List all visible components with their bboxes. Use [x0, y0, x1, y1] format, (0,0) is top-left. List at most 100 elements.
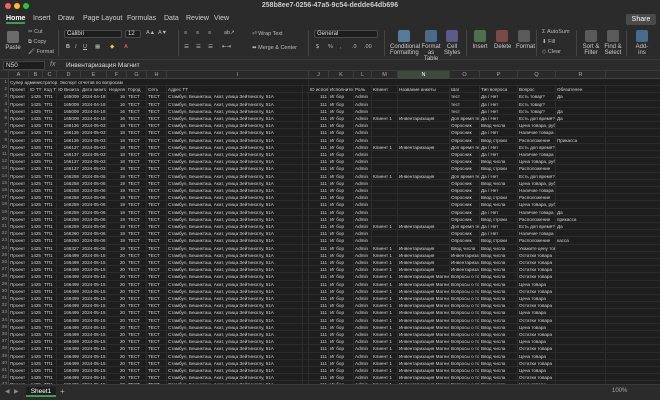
cell[interactable]: 165009	[57, 100, 81, 108]
cell[interactable]: 2024-05-15	[81, 251, 107, 259]
cell[interactable]: 1425	[29, 295, 43, 303]
format-cells-button[interactable]: Format	[516, 30, 535, 50]
cell[interactable]: Стамбул, Бешикташ, Акат, улица Зейтиногл…	[167, 165, 303, 173]
cell[interactable]: 2024-05-06	[81, 172, 107, 180]
column-header-o[interactable]: O	[450, 71, 480, 79]
column-header-k[interactable]: K	[329, 71, 354, 79]
cell[interactable]: Цена товара	[518, 280, 556, 288]
cell[interactable]: Стамбул, Бешикташ, Акат, улица Зейтиногл…	[167, 151, 303, 159]
cell[interactable]: 166499	[57, 287, 81, 295]
cell[interactable]: 111	[309, 223, 329, 231]
cell[interactable]: Клиент 1	[372, 251, 398, 259]
cell[interactable]: Есть доп время?	[518, 172, 556, 180]
column-header-q[interactable]: Q	[518, 71, 556, 79]
cell[interactable]: ТЕСТ	[147, 107, 167, 115]
cell[interactable]: 2024-05-15	[81, 266, 107, 274]
cell[interactable]: Проект	[9, 215, 29, 223]
cell[interactable]: 1425	[29, 266, 43, 274]
cell[interactable]: Ввод числа	[480, 331, 518, 339]
cell[interactable]: 1425	[29, 323, 43, 331]
cell[interactable]: Ввод строки	[480, 215, 518, 223]
cell[interactable]: Да / Нет	[480, 115, 518, 123]
cell[interactable]: Опросник	[450, 136, 480, 144]
cell[interactable]	[372, 215, 398, 223]
cell[interactable]: 18	[107, 136, 127, 144]
increase-decimal-icon[interactable]: .0	[352, 44, 357, 50]
cell[interactable]: 19	[107, 187, 127, 195]
cell[interactable]: Инвентаризация Магнит	[398, 316, 450, 324]
cell[interactable]: Проект	[9, 172, 29, 180]
cell[interactable]: Опросник	[450, 230, 480, 238]
cell[interactable]: Admin	[354, 223, 372, 231]
cell[interactable]: Да / Нет	[480, 187, 518, 195]
cell[interactable]: ТП1	[43, 244, 57, 252]
cell[interactable]: Проект	[9, 223, 29, 231]
cell[interactable]: Admin	[354, 187, 372, 195]
cell[interactable]: 166499	[57, 367, 81, 375]
cell[interactable]: ТП1	[43, 136, 57, 144]
cell[interactable]: 1425	[29, 136, 43, 144]
cell[interactable]	[556, 323, 606, 331]
cell[interactable]: 19	[107, 201, 127, 209]
cell[interactable]	[556, 352, 606, 360]
cell[interactable]: 2024-05-15	[81, 309, 107, 317]
cell[interactable]: Проект	[9, 251, 29, 259]
font-size-grow-icon[interactable]: A▲	[146, 30, 155, 36]
cell[interactable]: 166137	[57, 143, 81, 151]
cell[interactable]: ID Визита	[57, 86, 81, 94]
cell[interactable]: Проект	[9, 244, 29, 252]
cell[interactable]: ТП1	[43, 223, 57, 231]
cell[interactable]: ТЕСТ	[147, 158, 167, 166]
cell[interactable]: Проект	[9, 143, 29, 151]
cell[interactable]: Проект	[9, 194, 29, 202]
cell[interactable]: Инвентаризация	[398, 223, 450, 231]
cell[interactable]: 165009	[57, 107, 81, 115]
cell[interactable]: Стамбул, Бешикташ, Акат, улица Зейтиногл…	[167, 259, 303, 267]
cell[interactable]	[372, 151, 398, 159]
cell[interactable]: 166499	[57, 331, 81, 339]
cell[interactable]: Admin	[354, 201, 372, 209]
cell[interactable]: 2024-05-06	[81, 208, 107, 216]
cell[interactable]: 166499	[57, 345, 81, 353]
cell[interactable]	[556, 179, 606, 187]
cell[interactable]: 111	[309, 115, 329, 123]
column-header-a[interactable]: A	[9, 71, 29, 79]
cell[interactable]: Ввод числа	[480, 259, 518, 267]
cell[interactable]: 166499	[57, 295, 81, 303]
cell[interactable]: 166499	[57, 323, 81, 331]
cell[interactable]: Стамбул, Бешикташ, Акат, улица Зейтиногл…	[167, 266, 303, 274]
cell[interactable]	[398, 107, 450, 115]
column-header-i[interactable]: I	[167, 71, 309, 79]
cell[interactable]: Стамбул, Бешикташ, Акат, улица Зейтиногл…	[167, 136, 303, 144]
cell[interactable]	[556, 172, 606, 180]
cell[interactable]: ТП1	[43, 122, 57, 130]
cell[interactable]: Вопросы о товарах	[450, 345, 480, 353]
row-header[interactable]: 13	[0, 165, 9, 173]
cell[interactable]: Проект	[9, 338, 29, 346]
cell[interactable]: Admin	[354, 323, 372, 331]
cell[interactable]: ТЕСТ	[127, 172, 147, 180]
cell[interactable]: Admin	[354, 194, 372, 202]
cell[interactable]: Admin	[354, 244, 372, 252]
cell[interactable]: ТЕСТ	[147, 338, 167, 346]
cell[interactable]: 1425	[29, 237, 43, 245]
cell[interactable]: 20	[107, 266, 127, 274]
cell[interactable]	[556, 266, 606, 274]
cell[interactable]: ТЕСТ	[127, 352, 147, 360]
cell[interactable]: ТЕСТ	[147, 122, 167, 130]
cell[interactable]	[398, 187, 450, 195]
cell[interactable]: Да / Нет	[480, 151, 518, 159]
cell[interactable]: 1425	[29, 244, 43, 252]
cell[interactable]: Наличие товара	[518, 151, 556, 159]
row-header[interactable]: 20	[0, 215, 9, 223]
cell[interactable]	[556, 359, 606, 367]
cell[interactable]	[372, 136, 398, 144]
cell[interactable]: 20	[107, 287, 127, 295]
cell[interactable]: Иг бор	[329, 251, 354, 259]
cell[interactable]: 111	[309, 280, 329, 288]
font-size-select[interactable]: 12	[125, 30, 141, 38]
cell[interactable]: Инвентаризация Магнит	[398, 302, 450, 310]
cell[interactable]: Инвентаризация	[398, 266, 450, 274]
cell[interactable]: Проект	[9, 331, 29, 339]
cell[interactable]: Иг бор	[329, 208, 354, 216]
